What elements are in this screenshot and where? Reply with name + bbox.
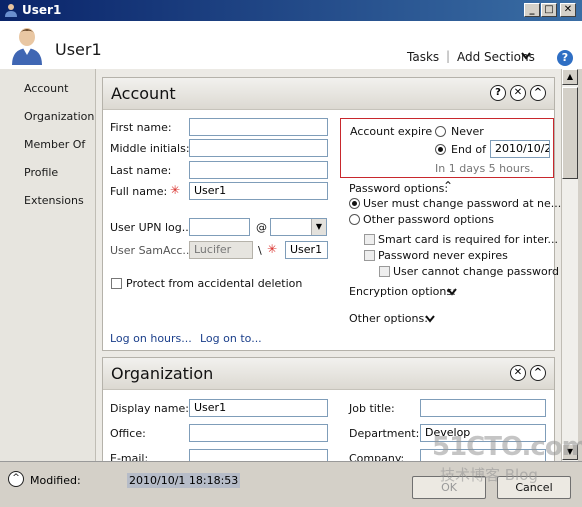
office-label: Office: [110, 427, 146, 440]
protect-deletion-label: Protect from accidental deletion [126, 277, 303, 290]
maximize-button[interactable]: □ [541, 3, 557, 17]
other-password-radio[interactable] [349, 214, 360, 225]
nav-item-member-of[interactable]: Member Of [24, 138, 85, 151]
sam-account-field[interactable]: User1 [285, 241, 328, 259]
end-of-label: End of [451, 143, 487, 156]
last-name-field[interactable] [189, 161, 328, 179]
email-field[interactable] [189, 449, 328, 461]
email-label: E-mail: [110, 452, 149, 461]
cannot-change-checkbox[interactable] [379, 266, 390, 277]
first-name-label: First name: [110, 121, 172, 134]
organization-section: Organization ✕ ^ Display name: User1 Off… [102, 357, 555, 461]
never-expires-checkbox[interactable] [364, 250, 375, 261]
chevron-down-icon[interactable] [425, 315, 435, 323]
organization-section-header: Organization ✕ ^ [103, 358, 554, 390]
modified-value: 2010/10/1 18:18:53 [127, 473, 241, 488]
nav-item-extensions[interactable]: Extensions [24, 194, 84, 207]
cannot-change-label: User cannot change password [393, 265, 560, 278]
close-icon[interactable]: ✕ [510, 85, 526, 101]
never-expires-label: Password never expires [378, 249, 508, 262]
must-change-radio[interactable] [349, 198, 360, 209]
encryption-options-label: Encryption options: [349, 285, 456, 298]
object-header: User1 Tasks | Add Sections ? [0, 21, 582, 69]
middle-initials-field[interactable] [189, 139, 328, 157]
chevron-down-icon[interactable] [521, 52, 531, 60]
account-expires-box: Account expire Never End of 2010/10/2 In… [340, 118, 554, 178]
nav-item-organization[interactable]: Organization [24, 110, 94, 123]
middle-initials-label: Middle initials: [110, 142, 190, 155]
main-content: Account ? ✕ ^ First name: Middle initial… [96, 69, 561, 461]
close-button[interactable]: ✕ [560, 3, 576, 17]
smart-card-checkbox[interactable] [364, 234, 375, 245]
chevron-down-icon[interactable]: ▼ [311, 219, 326, 235]
other-password-label: Other password options [363, 213, 494, 226]
header-separator: | [446, 49, 451, 63]
footer-bar: ^ Modified: 2010/10/1 18:18:53 OK Cancel [0, 461, 582, 507]
account-section-title: Account [111, 84, 176, 103]
must-change-label: User must change password at ne... [363, 197, 561, 210]
modified-label: Modified: [30, 474, 81, 487]
job-title-field[interactable] [420, 399, 546, 417]
sam-separator: \ [258, 244, 262, 257]
required-star-icon: ✳ [267, 242, 278, 256]
office-field[interactable] [189, 424, 328, 442]
user-avatar-icon [12, 28, 42, 65]
window-title: User1 [22, 3, 62, 17]
nav-item-account[interactable]: Account [24, 82, 68, 95]
account-section-header: Account ? ✕ ^ [103, 78, 554, 110]
never-radio[interactable] [435, 126, 446, 137]
at-symbol: @ [256, 221, 267, 234]
other-options-label: Other options: [349, 312, 428, 325]
ok-button[interactable]: OK [412, 476, 486, 499]
never-label: Never [451, 125, 484, 138]
department-label: Department: [349, 427, 420, 440]
scrollbar-thumb[interactable] [562, 87, 578, 179]
chevron-down-icon[interactable] [447, 288, 457, 296]
full-name-label: Full name: [110, 185, 168, 198]
department-field[interactable]: Develop [420, 424, 546, 442]
full-name-field[interactable]: User1 [189, 182, 328, 200]
first-name-field[interactable] [189, 118, 328, 136]
organization-section-title: Organization [111, 364, 214, 383]
company-field[interactable] [420, 449, 546, 461]
header-user-name: User1 [55, 40, 102, 59]
chevron-up-icon[interactable]: ^ [530, 365, 546, 381]
last-name-label: Last name: [110, 164, 172, 177]
display-name-label: Display name: [110, 402, 189, 415]
sam-domain-field: Lucifer [189, 241, 253, 259]
close-icon[interactable]: ✕ [510, 365, 526, 381]
chevron-up-icon[interactable]: ^ [530, 85, 546, 101]
scroll-up-button[interactable]: ▲ [562, 69, 578, 85]
end-of-date-field[interactable]: 2010/10/2 [490, 140, 550, 158]
nav-item-profile[interactable]: Profile [24, 166, 58, 179]
protect-deletion-checkbox[interactable] [111, 278, 122, 289]
help-icon[interactable]: ? [490, 85, 506, 101]
log-on-to-link[interactable]: Log on to... [200, 332, 262, 345]
scroll-down-button[interactable]: ▼ [562, 444, 578, 460]
account-section: Account ? ✕ ^ First name: Middle initial… [102, 77, 561, 351]
title-bar: User1 _ □ ✕ [0, 0, 582, 21]
log-on-hours-link[interactable]: Log on hours... [110, 332, 192, 345]
chevron-up-icon[interactable]: ^ [8, 471, 24, 487]
minimize-button[interactable]: _ [524, 3, 540, 17]
job-title-label: Job title: [349, 402, 395, 415]
password-options-label: Password options: [349, 182, 449, 195]
sam-label: User SamAcc... [110, 244, 193, 257]
section-navigation: Account Organization Member Of Profile E… [0, 69, 96, 461]
vertical-scrollbar[interactable]: ▲ ▼ [561, 69, 578, 461]
company-label: Company: [349, 452, 405, 461]
account-expires-label: Account expire [350, 125, 433, 138]
end-of-radio[interactable] [435, 144, 446, 155]
upn-label: User UPN log... [110, 221, 193, 234]
smart-card-label: Smart card is required for inter... [378, 233, 558, 246]
cancel-button[interactable]: Cancel [497, 476, 571, 499]
help-icon[interactable]: ? [557, 50, 573, 66]
chevron-up-icon[interactable]: ⌃ [443, 179, 453, 193]
display-name-field[interactable]: User1 [189, 399, 328, 417]
expires-hint: In 1 days 5 hours. [435, 162, 534, 175]
tasks-menu[interactable]: Tasks [407, 50, 439, 64]
upn-field[interactable] [189, 218, 250, 236]
user-icon [5, 4, 17, 17]
required-star-icon: ✳ [170, 183, 181, 197]
